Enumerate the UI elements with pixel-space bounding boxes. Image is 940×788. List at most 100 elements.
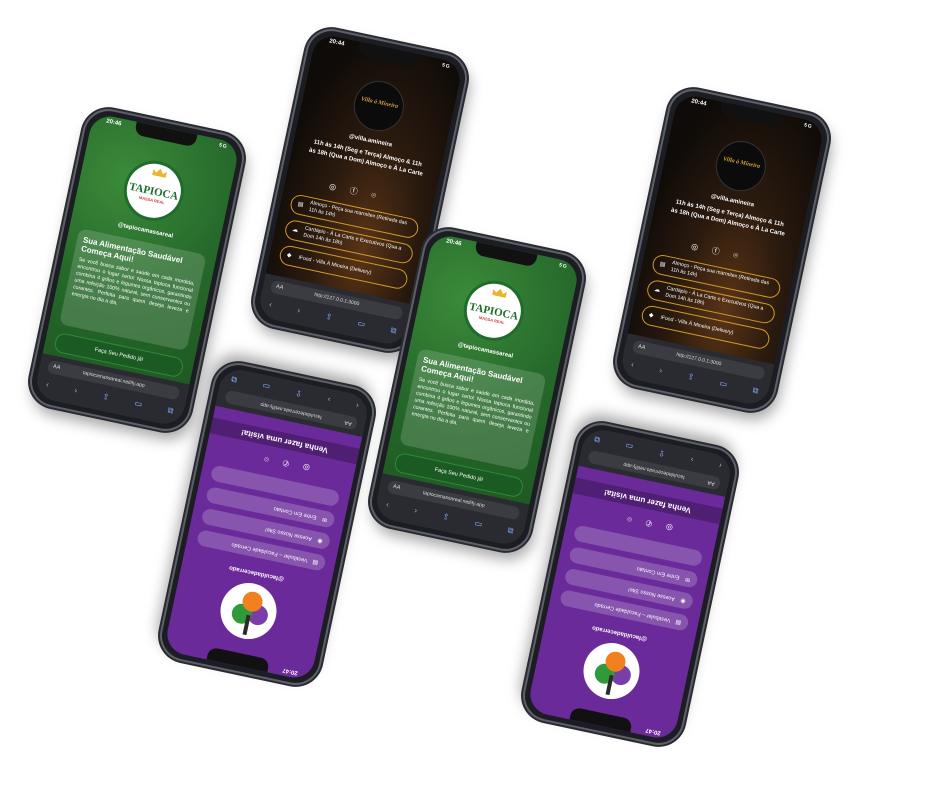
status-time: 20:47 xyxy=(645,726,662,736)
location-icon[interactable]: ⌾ xyxy=(613,511,633,524)
back-icon[interactable]: ‹ xyxy=(355,399,360,411)
share-icon[interactable]: ⇪ xyxy=(101,391,110,404)
villa-screen: 20:44 5G Villa à Mineira @villa.amineira … xyxy=(618,92,826,408)
info-card: Sua Alimentação Saudável Começa Aqui! Se… xyxy=(59,228,207,352)
link-label: iFood - Villa À Mineira (Delivery) xyxy=(659,314,734,337)
reader-icon[interactable]: AA xyxy=(343,415,353,429)
reader-icon[interactable]: AA xyxy=(392,481,402,495)
tapioca-logo: TAPIOCA MASSA REAL xyxy=(118,155,190,227)
link-label: Acesse Nosso Site! xyxy=(264,525,313,542)
cerrado-screen: 20:47 @faculdadecerrado ▤ Vestibular – Fa… xyxy=(163,366,371,682)
tabs-icon[interactable]: ⧉ xyxy=(751,385,759,398)
notch xyxy=(134,121,198,148)
document-icon: ▤ xyxy=(674,618,682,626)
phone-villa-right: 20:44 5G Villa à Mineira @villa.amineira … xyxy=(610,84,834,416)
url-text: faculdadecerrado.netlify.app xyxy=(622,461,686,480)
whatsapp-icon[interactable]: ✆ xyxy=(268,455,290,468)
forward-icon[interactable]: › xyxy=(413,505,418,517)
reader-icon[interactable]: AA xyxy=(52,361,62,375)
instagram-icon[interactable]: ◎ xyxy=(651,519,673,532)
back-icon[interactable]: ‹ xyxy=(45,379,50,391)
tapioca-logo: TAPIOCA MASSA REAL xyxy=(458,275,530,347)
cerrado-logo xyxy=(215,577,282,645)
signal-label: 5G xyxy=(218,142,229,151)
notch xyxy=(719,101,783,128)
signal-label: 5G xyxy=(803,122,814,131)
mail-icon: ✉ xyxy=(321,515,328,523)
phone-cerrado-right: 20:47 @faculdadecerrado ▤ Vestibular – Fa… xyxy=(518,418,742,750)
facebook-icon[interactable]: ⓕ xyxy=(349,186,372,199)
link-label: iFood - Villa À Mineira (Delivery) xyxy=(297,254,372,277)
link-label: Vestibular – Faculdade Cerrado xyxy=(594,601,671,624)
reader-icon[interactable]: AA xyxy=(275,281,285,295)
share-icon[interactable]: ⇪ xyxy=(324,311,333,324)
url-text: http://127.0.0.1:3000 xyxy=(313,291,360,308)
share-icon[interactable]: ⇪ xyxy=(686,371,695,384)
status-time: 20:46 xyxy=(105,118,122,128)
cerrado-logo xyxy=(578,637,645,705)
location-icon[interactable]: ⌾ xyxy=(370,191,390,204)
link-label: Vestibular – Faculdade Cerrado xyxy=(231,541,308,564)
signal-label: 5G xyxy=(558,262,569,271)
instagram-icon[interactable]: ◎ xyxy=(690,242,712,255)
villa-logo: Villa à Mineira xyxy=(349,76,409,136)
share-icon[interactable]: ⇪ xyxy=(294,386,303,399)
bookmarks-icon[interactable]: ▭ xyxy=(718,378,728,391)
bag-icon: ▤ xyxy=(659,261,666,269)
notch xyxy=(474,241,538,268)
reader-icon[interactable]: AA xyxy=(637,341,647,355)
forward-icon[interactable]: › xyxy=(296,305,301,317)
logo-text: Villa à Mineira xyxy=(722,156,761,171)
tabs-icon[interactable]: ⧉ xyxy=(506,525,514,538)
notch xyxy=(206,646,270,673)
signal-label xyxy=(176,640,178,650)
ifood-icon: ◆ xyxy=(648,312,654,320)
bag-icon: ▤ xyxy=(297,201,304,209)
location-icon[interactable]: ⌾ xyxy=(250,451,270,464)
tabs-icon[interactable]: ⧉ xyxy=(230,373,238,386)
cloche-icon: ☁ xyxy=(291,226,299,234)
villa-logo: Villa à Mineira xyxy=(711,136,771,196)
globe-icon: ◉ xyxy=(316,536,324,544)
tabs-icon[interactable]: ⧉ xyxy=(166,405,174,418)
status-time: 20:47 xyxy=(282,666,299,676)
instagram-icon[interactable]: ◎ xyxy=(328,182,350,195)
url-text: faculdadecerrado.netlify.app xyxy=(259,401,323,420)
cerrado-screen: 20:47 @faculdadecerrado ▤ Vestibular – Fa… xyxy=(526,426,734,742)
logo-text: Villa à Mineira xyxy=(360,96,399,111)
back-icon[interactable]: ‹ xyxy=(630,359,635,371)
document-icon: ▤ xyxy=(311,558,319,566)
notch xyxy=(569,706,633,733)
forward-icon[interactable]: › xyxy=(73,385,78,397)
notch xyxy=(357,41,421,68)
forward-icon[interactable]: › xyxy=(658,365,663,377)
forward-icon[interactable]: › xyxy=(690,453,695,465)
location-icon[interactable]: ⌾ xyxy=(732,251,752,264)
bookmarks-icon[interactable]: ▭ xyxy=(356,318,366,331)
link-label: Entre Em Contato xyxy=(636,565,681,581)
bookmarks-icon[interactable]: ▭ xyxy=(624,439,634,452)
share-icon[interactable]: ⇪ xyxy=(441,511,450,524)
bookmarks-icon[interactable]: ▭ xyxy=(133,398,143,411)
crown-icon xyxy=(152,167,167,178)
cloche-icon: ☁ xyxy=(653,286,661,294)
signal-label xyxy=(539,700,541,710)
link-label: Acesse Nosso Site! xyxy=(627,585,676,602)
back-icon[interactable]: ‹ xyxy=(385,499,390,511)
tabs-icon[interactable]: ⧉ xyxy=(389,325,397,338)
url-text: tapiocamassareal.netlify.app xyxy=(82,370,146,390)
globe-icon: ◉ xyxy=(679,596,687,604)
forward-icon[interactable]: › xyxy=(327,393,332,405)
tabs-icon[interactable]: ⧉ xyxy=(593,433,601,446)
facebook-icon[interactable]: ⓕ xyxy=(711,246,734,259)
instagram-icon[interactable]: ◎ xyxy=(288,459,310,472)
back-icon[interactable]: ‹ xyxy=(718,459,723,471)
reader-icon[interactable]: AA xyxy=(706,475,716,489)
whatsapp-icon[interactable]: ✆ xyxy=(631,515,653,528)
share-icon[interactable]: ⇪ xyxy=(657,446,666,459)
bookmarks-icon[interactable]: ▭ xyxy=(473,518,483,531)
ifood-icon: ◆ xyxy=(286,252,292,260)
bookmarks-icon[interactable]: ▭ xyxy=(261,379,271,392)
tapioca-screen: 20:46 5G TAPIOCA MASSA REAL @tapiocamassar… xyxy=(33,112,241,428)
back-icon[interactable]: ‹ xyxy=(268,299,273,311)
